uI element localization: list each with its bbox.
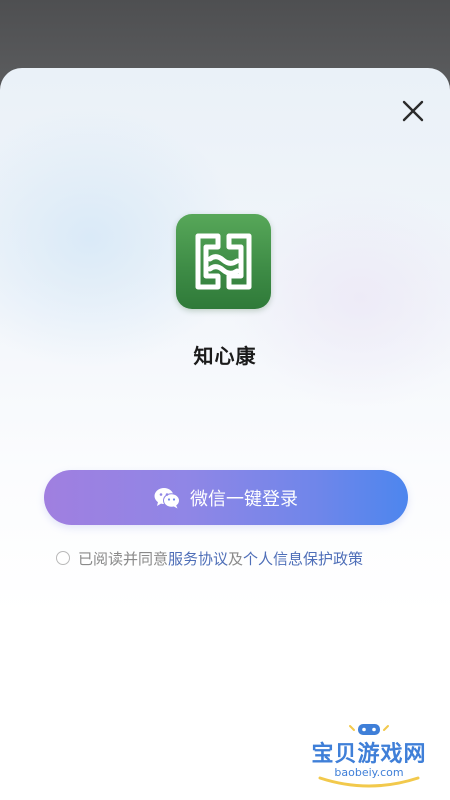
close-button[interactable] — [398, 96, 428, 126]
wechat-login-button[interactable]: 微信一键登录 — [44, 470, 408, 525]
agreement-conjunction: 及 — [228, 549, 244, 568]
watermark-title: 宝贝游戏网 — [311, 742, 427, 767]
login-sheet — [0, 68, 450, 800]
wechat-icon — [154, 487, 180, 509]
agreement-prefix: 已阅读并同意 — [78, 549, 169, 568]
login-button-label: 微信一键登录 — [190, 488, 298, 510]
app-logo-icon — [176, 214, 271, 309]
watermark: 宝贝游戏网 baobeiy.com — [300, 722, 438, 794]
watermark-url: baobeiy.com — [334, 766, 404, 779]
service-agreement-link[interactable]: 服务协议 — [168, 548, 228, 569]
agreement-row: 已阅读并同意 服务协议 及 个人信息保护政策 — [56, 547, 363, 569]
close-icon — [402, 100, 424, 122]
app-name: 知心康 — [193, 344, 257, 368]
agreement-checkbox[interactable] — [56, 551, 70, 565]
privacy-policy-link[interactable]: 个人信息保护政策 — [243, 548, 363, 569]
